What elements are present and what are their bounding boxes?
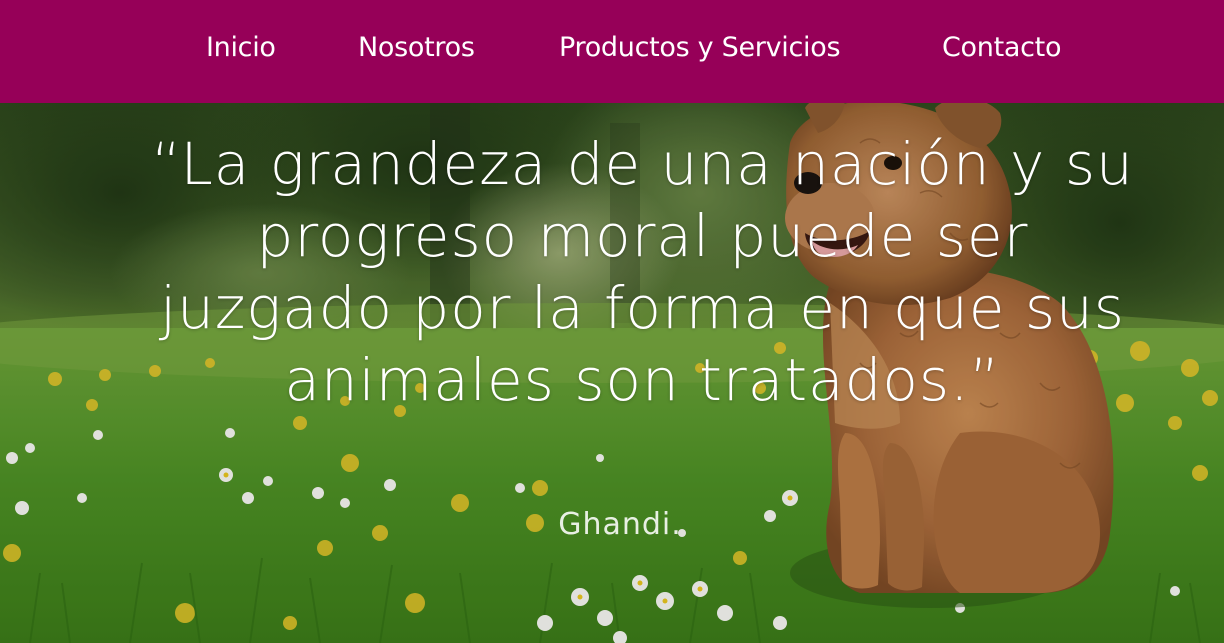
nav-link-nosotros[interactable]: Nosotros <box>358 31 475 65</box>
nav-link-productos-servicios[interactable]: Productos y Servicios <box>559 31 841 65</box>
quote-author: Ghandi. <box>558 507 682 542</box>
nav-menu: Inicio Nosotros Productos y Servicios Co… <box>0 0 1224 103</box>
nav-link-contacto[interactable]: Contacto <box>942 31 1061 65</box>
hero-banner: “La grandeza de una nación y su progreso… <box>0 103 1224 643</box>
nav-link-inicio[interactable]: Inicio <box>206 31 276 65</box>
top-navbar: Inicio Nosotros Productos y Servicios Co… <box>0 0 1224 103</box>
page: Inicio Nosotros Productos y Servicios Co… <box>0 0 1224 643</box>
hero-quote: “La grandeza de una nación y su progreso… <box>151 130 1134 414</box>
